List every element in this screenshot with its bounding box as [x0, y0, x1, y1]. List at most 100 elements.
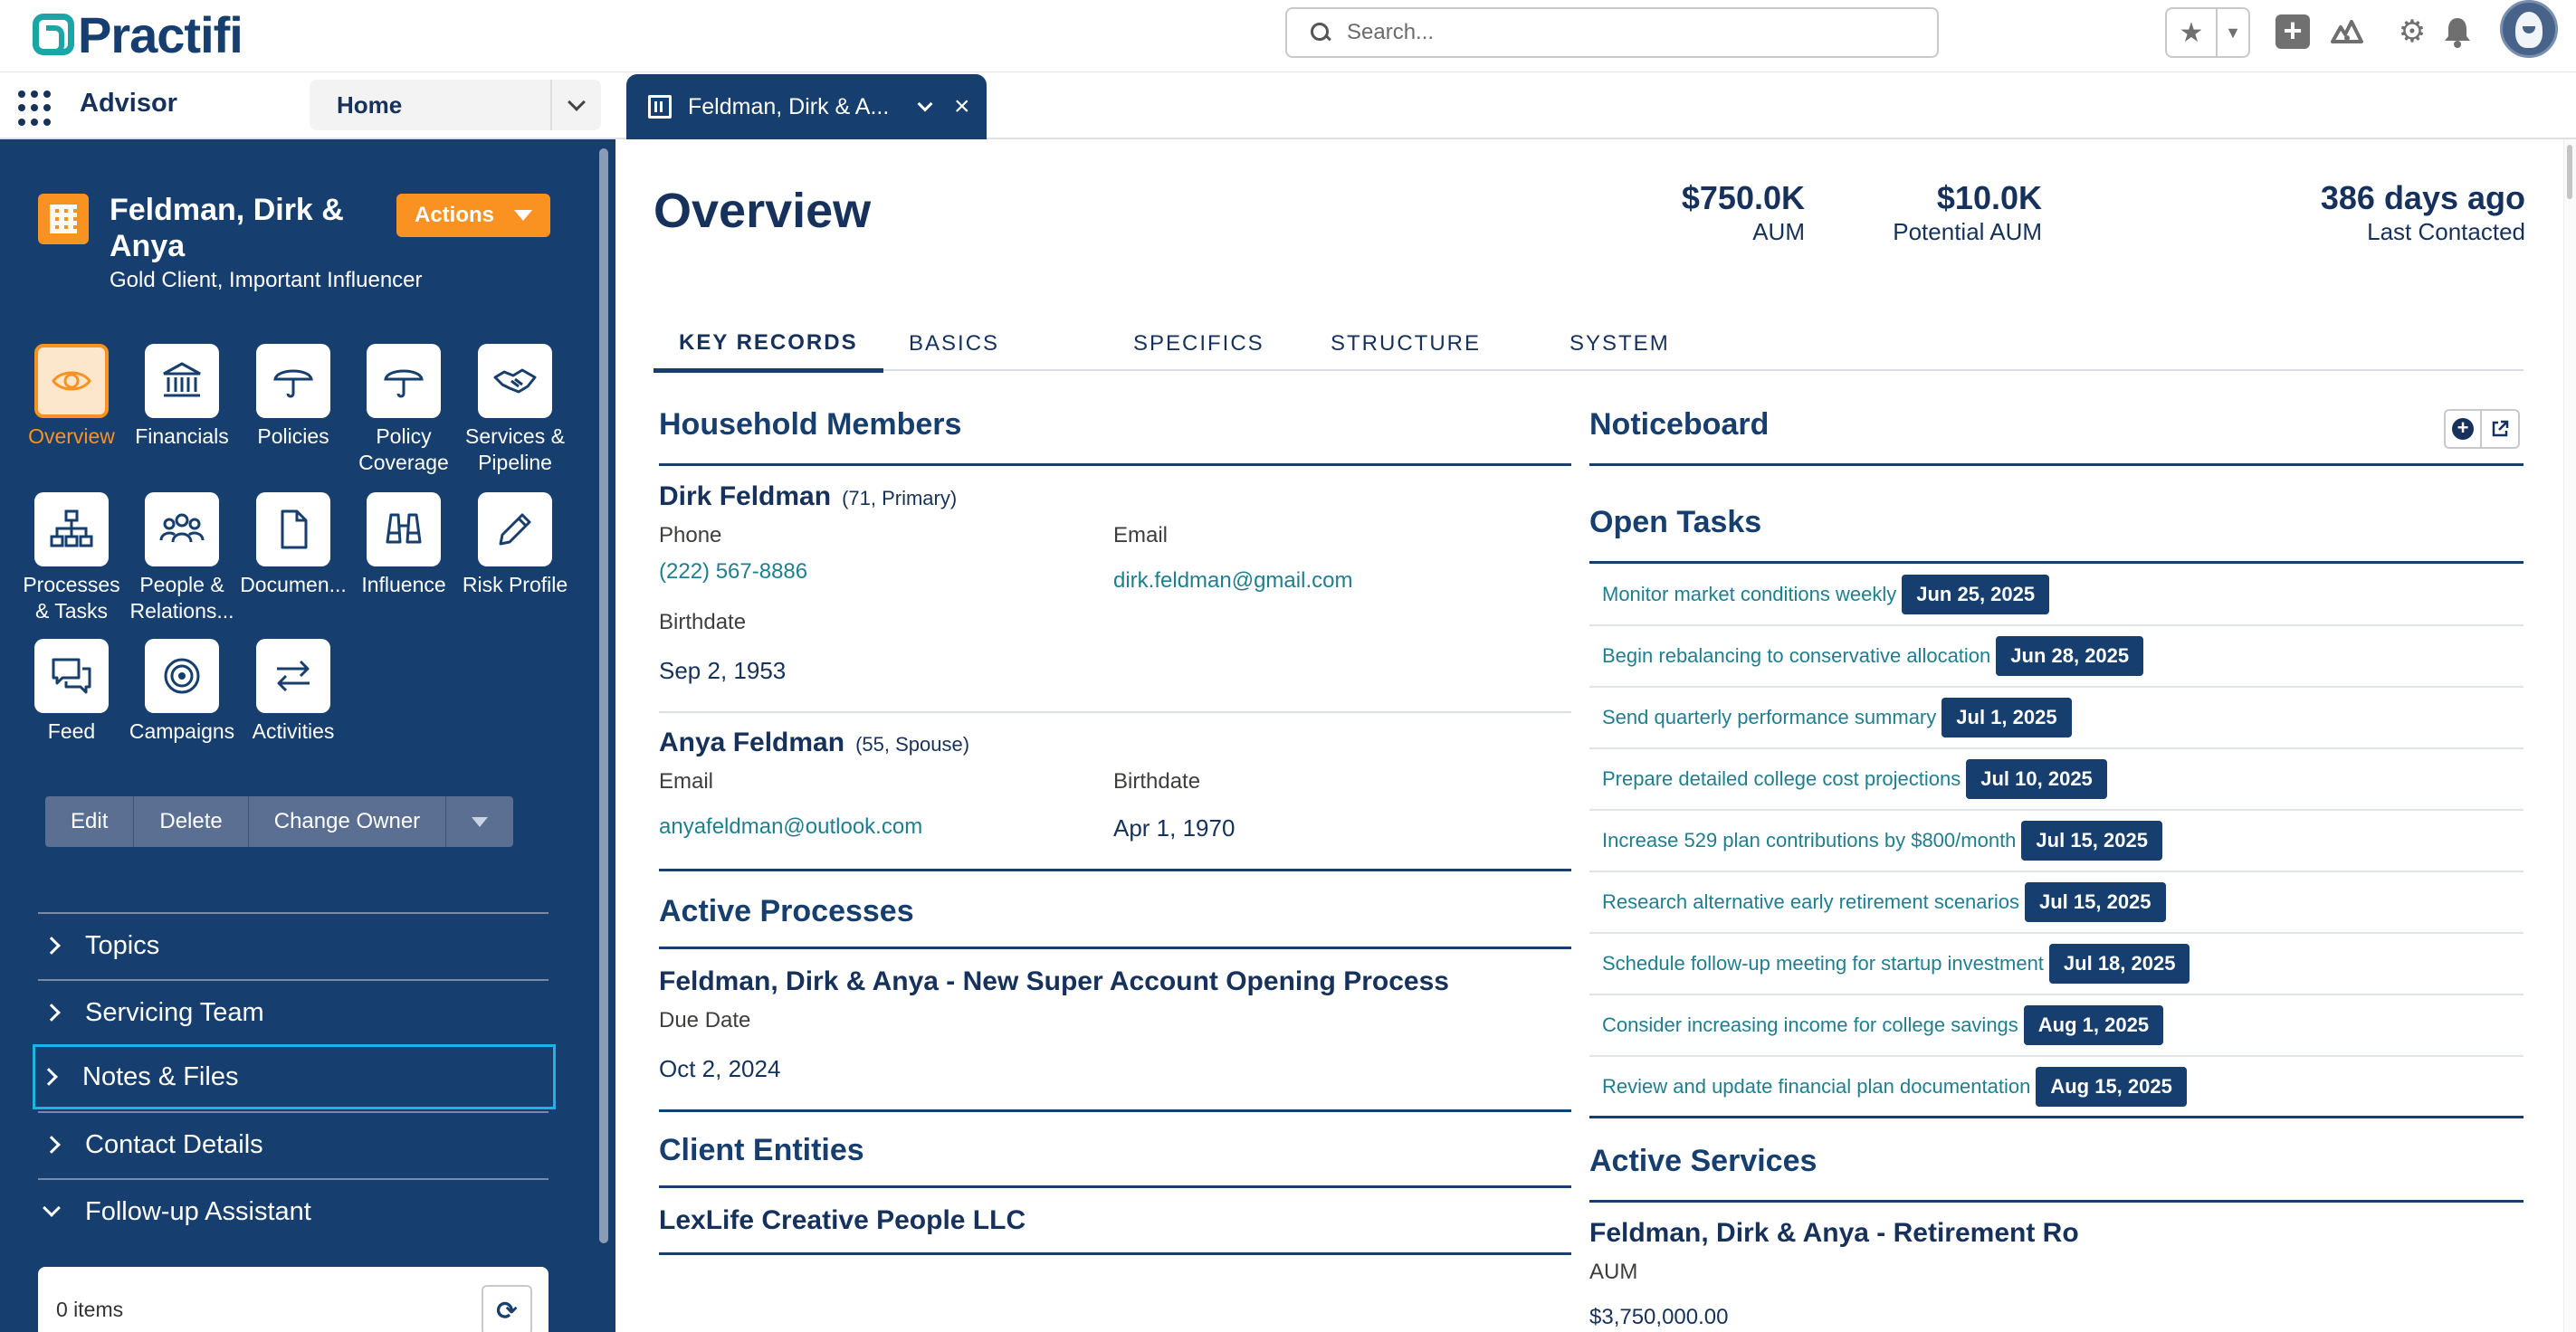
- tile-policy-coverage[interactable]: Policy Coverage: [348, 344, 460, 476]
- accordion-follow-up-assistant[interactable]: Follow-up Assistant: [38, 1178, 549, 1243]
- entity-name[interactable]: LexLife Creative People LLC: [659, 1205, 1026, 1236]
- phone-link[interactable]: (222) 567-8886: [659, 559, 807, 585]
- global-search[interactable]: [1285, 7, 1939, 58]
- birthdate-value: Apr 1, 1970: [1113, 814, 1236, 842]
- tile-campaigns[interactable]: Campaigns: [126, 639, 238, 745]
- divider: [1589, 561, 2524, 564]
- email-link[interactable]: dirk.feldman@gmail.com: [1113, 568, 1352, 594]
- navigation-menu-select[interactable]: Home: [310, 80, 601, 130]
- task-link[interactable]: Monitor market conditions weekly: [1602, 583, 1896, 606]
- active-services-heading[interactable]: Active Services: [1589, 1144, 1817, 1179]
- add-icon: +: [2452, 418, 2474, 440]
- chevron-right-icon: [40, 1068, 58, 1086]
- close-icon[interactable]: ×: [954, 91, 970, 122]
- tab-system[interactable]: SYSTEM: [1544, 317, 1695, 371]
- open-tasks-heading[interactable]: Open Tasks: [1589, 505, 1761, 540]
- record-tabs: KEY RECORDS BASICS SPECIFICS STRUCTURE S…: [654, 317, 2524, 373]
- noticeboard-heading[interactable]: Noticeboard: [1589, 407, 1769, 442]
- tab-basics[interactable]: BASICS: [883, 317, 1025, 371]
- process-name[interactable]: Feldman, Dirk & Anya - New Super Account…: [659, 966, 1449, 997]
- practifi-logo[interactable]: Practifi: [33, 6, 243, 63]
- accordion-topics[interactable]: Topics: [38, 912, 549, 977]
- tab-key-records[interactable]: KEY RECORDS: [654, 317, 883, 373]
- change-owner-button[interactable]: Change Owner: [249, 796, 447, 847]
- eye-icon: [34, 344, 109, 418]
- tile-documents[interactable]: Documen...: [237, 492, 349, 598]
- pencil-icon: [478, 492, 552, 566]
- tab-structure[interactable]: STRUCTURE: [1305, 317, 1506, 371]
- tile-people-relationships[interactable]: People & Relations...: [126, 492, 238, 624]
- task-link[interactable]: Send quarterly performance summary: [1602, 706, 1936, 729]
- task-link[interactable]: Review and update financial plan documen…: [1602, 1075, 2030, 1099]
- list-item: Send quarterly performance summary Jul 1…: [1589, 688, 2524, 749]
- more-actions-button[interactable]: [446, 796, 513, 847]
- task-due-badge: Jul 15, 2025: [2021, 821, 2162, 861]
- umbrella-icon: [367, 344, 441, 418]
- list-item: Schedule follow-up meeting for startup i…: [1589, 934, 2524, 995]
- client-entities-heading[interactable]: Client Entities: [659, 1133, 864, 1168]
- task-link[interactable]: Increase 529 plan contributions by $800/…: [1602, 829, 2016, 852]
- chevron-down-icon[interactable]: [550, 80, 601, 130]
- search-icon: [1311, 23, 1331, 43]
- task-link[interactable]: Schedule follow-up meeting for startup i…: [1602, 952, 2044, 975]
- follow-up-count: 0 items: [56, 1298, 124, 1321]
- active-processes-heading[interactable]: Active Processes: [659, 894, 914, 929]
- task-link[interactable]: Begin rebalancing to conservative alloca…: [1602, 644, 1990, 668]
- task-link[interactable]: Consider increasing income for college s…: [1602, 1013, 2018, 1037]
- list-item: Increase 529 plan contributions by $800/…: [1589, 811, 2524, 872]
- bell-icon[interactable]: [2438, 13, 2476, 51]
- app-launcher-icon[interactable]: [18, 90, 54, 127]
- record-subtitle: Gold Client, Important Influencer: [110, 268, 423, 292]
- tile-services-pipeline[interactable]: Services & Pipeline: [459, 344, 571, 476]
- app-navigation: Advisor Home Feldman, Dirk & A... ×: [0, 72, 2576, 139]
- tile-processes-tasks[interactable]: Processes & Tasks: [15, 492, 128, 624]
- birthdate-label: Birthdate: [659, 610, 747, 634]
- member-name-dirk[interactable]: Dirk Feldman (71, Primary): [659, 481, 957, 512]
- star-icon[interactable]: ★: [2167, 9, 2218, 56]
- tile-risk-profile[interactable]: Risk Profile: [459, 492, 571, 598]
- tab-specifics[interactable]: SPECIFICS: [1108, 317, 1290, 371]
- workspace-tab-label: Feldman, Dirk & A...: [688, 93, 890, 119]
- follow-up-panel: 0 items ⟳: [38, 1267, 549, 1332]
- task-due-badge: Jul 15, 2025: [2024, 882, 2166, 922]
- refresh-icon[interactable]: ⟳: [482, 1285, 532, 1332]
- divider: [1589, 1200, 2524, 1203]
- workspace-tab-feldman[interactable]: Feldman, Dirk & A... ×: [626, 74, 987, 139]
- tab-chevron-down-icon[interactable]: [917, 96, 933, 112]
- main-scrollbar[interactable]: [2563, 139, 2576, 1332]
- accordion-notes-files[interactable]: Notes & Files: [33, 1044, 556, 1109]
- actions-label: Actions: [414, 203, 494, 227]
- tile-activities[interactable]: Activities: [237, 639, 349, 745]
- favorites-chevron-down-icon[interactable]: ▼: [2218, 9, 2248, 56]
- gear-icon[interactable]: ⚙: [2393, 13, 2431, 51]
- add-post-button[interactable]: +: [2446, 411, 2482, 447]
- list-item: Consider increasing income for college s…: [1589, 995, 2524, 1057]
- member-name-anya[interactable]: Anya Feldman (55, Spouse): [659, 728, 969, 758]
- tile-overview[interactable]: Overview: [15, 344, 128, 450]
- tile-financials[interactable]: Financials: [126, 344, 238, 450]
- birthdate-value: Sep 2, 1953: [659, 657, 787, 684]
- tile-influence[interactable]: Influence: [348, 492, 460, 598]
- household-members-heading[interactable]: Household Members: [659, 407, 961, 442]
- delete-button[interactable]: Delete: [134, 796, 249, 847]
- tile-policies[interactable]: Policies: [237, 344, 349, 450]
- accordion-servicing-team[interactable]: Servicing Team: [38, 979, 549, 1044]
- sidebar-scrollbar[interactable]: [599, 148, 608, 1243]
- global-add-button[interactable]: +: [2274, 13, 2312, 51]
- task-due-badge: Jul 1, 2025: [1942, 698, 2072, 737]
- task-link[interactable]: Research alternative early retirement sc…: [1602, 890, 2019, 914]
- avatar[interactable]: [2500, 0, 2558, 58]
- accordion-contact-details[interactable]: Contact Details: [38, 1111, 549, 1176]
- trailhead-icon[interactable]: [2328, 13, 2366, 51]
- record-name: Feldman, Dirk & Anya: [110, 193, 344, 263]
- search-input[interactable]: [1347, 20, 1890, 45]
- stat-potential-aum: $10.0K Potential AUM: [1893, 179, 2042, 245]
- email-link[interactable]: anyafeldman@outlook.com: [659, 814, 922, 840]
- actions-button[interactable]: Actions: [396, 194, 550, 237]
- service-name[interactable]: Feldman, Dirk & Anya - Retirement Ro: [1589, 1218, 2079, 1249]
- tile-feed[interactable]: Feed: [15, 639, 128, 745]
- edit-button[interactable]: Edit: [45, 796, 135, 847]
- stat-last-contacted: 386 days ago Last Contacted: [2320, 179, 2525, 245]
- open-external-icon[interactable]: [2482, 411, 2518, 447]
- task-link[interactable]: Prepare detailed college cost projection…: [1602, 767, 1961, 791]
